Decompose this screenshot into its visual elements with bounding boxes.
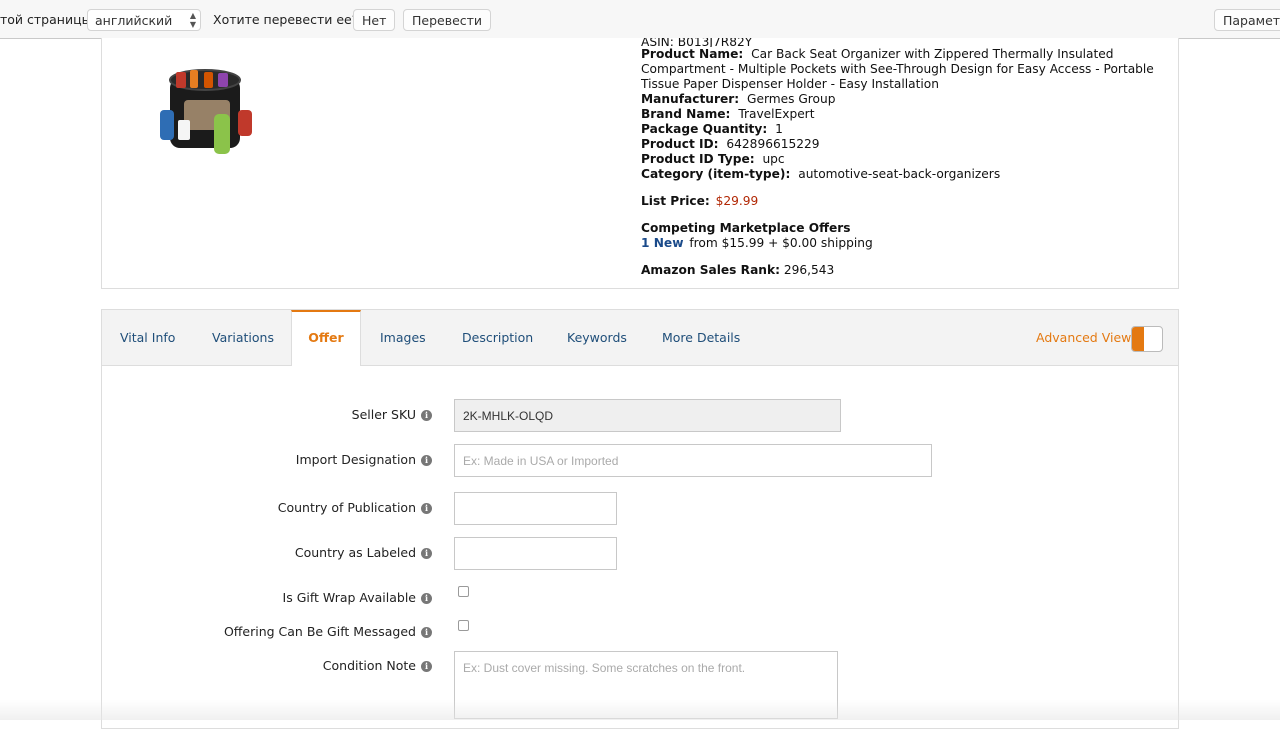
no-translate-button[interactable]: Нет [353, 9, 396, 31]
import-designation-input[interactable]: Ex: Made in USA or Imported [454, 444, 932, 477]
category-value: automotive-seat-back-organizers [798, 167, 1001, 181]
info-icon[interactable]: i [421, 410, 432, 421]
tab-description[interactable]: Description [462, 310, 533, 365]
list-price-key: List Price: [641, 194, 710, 208]
tab-variations[interactable]: Variations [212, 310, 274, 365]
package-quantity-value: 1 [775, 122, 783, 136]
tab-vital-info[interactable]: Vital Info [120, 310, 175, 365]
seller-sku-field: 2K-MHLK-OLQD [454, 399, 841, 432]
advanced-view-toggle[interactable] [1131, 326, 1163, 352]
info-icon[interactable]: i [421, 661, 432, 672]
info-icon[interactable]: i [421, 627, 432, 638]
language-select[interactable]: английский ▲ ▼ [87, 9, 201, 31]
tab-keywords[interactable]: Keywords [567, 310, 627, 365]
import-designation-placeholder: Ex: Made in USA or Imported [463, 454, 619, 468]
brand-key: Brand Name: [641, 107, 731, 121]
asin-row-cut: ASIN: B013J7R82Y [641, 38, 753, 47]
translate-bar: той страницы английский ▲ ▼ Хотите переве… [0, 0, 1280, 39]
product-name-row: Product Name: Car Back Seat Organizer wi… [641, 47, 1171, 92]
product-name-line-1: Car Back Seat Organizer with Zippered Th… [751, 47, 1114, 61]
seller-sku-label: Seller SKU i [102, 407, 432, 422]
translate-button[interactable]: Перевести [403, 9, 492, 31]
info-icon[interactable]: i [421, 593, 432, 604]
gift-wrap-label: Is Gift Wrap Available i [102, 590, 432, 605]
country-publication-label-text: Country of Publication [277, 500, 416, 515]
import-designation-label: Import Designation i [102, 452, 432, 467]
product-id-value: 642896615229 [726, 137, 820, 151]
country-publication-input[interactable] [454, 492, 617, 525]
product-id-type-key: Product ID Type: [641, 152, 755, 166]
toggle-knob [1132, 327, 1144, 351]
info-icon[interactable]: i [421, 455, 432, 466]
info-icon[interactable]: i [421, 548, 432, 559]
category-row: Category (item-type): automotive-seat-ba… [641, 167, 1171, 182]
gift-message-label: Offering Can Be Gift Messaged i [102, 624, 432, 639]
condition-note-label-text: Condition Note [322, 658, 416, 673]
product-id-type-row: Product ID Type: upc [641, 152, 1171, 167]
listing-edit-panel: Vital Info Variations Offer Images Descr… [101, 309, 1179, 729]
package-quantity-key: Package Quantity: [641, 122, 768, 136]
brand-value: TravelExpert [738, 107, 815, 121]
tab-bar: Vital Info Variations Offer Images Descr… [102, 310, 1178, 366]
product-id-key: Product ID: [641, 137, 719, 151]
list-price-row: List Price: $29.99 [641, 194, 1171, 209]
translate-prefix-text: той страницы [0, 12, 92, 27]
sales-rank-value: 296,543 [783, 263, 835, 277]
sales-rank-key: Amazon Sales Rank: [641, 263, 780, 277]
product-id-type-value: upc [762, 152, 785, 166]
updown-arrows-icon: ▲ ▼ [189, 11, 196, 29]
gift-wrap-checkbox[interactable] [458, 586, 469, 597]
bottom-shadow [0, 700, 1280, 720]
tab-images[interactable]: Images [380, 310, 426, 365]
seller-sku-label-text: Seller SKU [351, 407, 416, 422]
gift-message-label-text: Offering Can Be Gift Messaged [223, 624, 416, 639]
info-icon[interactable]: i [421, 503, 432, 514]
product-name-line-3: Tissue Paper Dispenser Holder - Easy Ins… [641, 77, 939, 91]
translate-question: Хотите перевести ее? [213, 12, 359, 27]
country-labeled-input[interactable] [454, 537, 617, 570]
manufacturer-row: Manufacturer: Germes Group [641, 92, 1171, 107]
tab-offer[interactable]: Offer [291, 310, 361, 366]
product-id-row: Product ID: 642896615229 [641, 137, 1171, 152]
advanced-view-label: Advanced View [1036, 330, 1132, 345]
product-name-line-2: Compartment - Multiple Pockets with See-… [641, 62, 1154, 76]
manufacturer-key: Manufacturer: [641, 92, 740, 106]
brand-row: Brand Name: TravelExpert [641, 107, 1171, 122]
product-details: ASIN: B013J7R82Y Product Name: Car Back … [641, 38, 1171, 278]
seller-sku-value: 2K-MHLK-OLQD [463, 409, 554, 423]
list-price-value: $29.99 [715, 194, 759, 208]
competing-offers-title: Competing Marketplace Offers [641, 221, 851, 235]
competing-offers-row: 1 New from $15.99 + $0.00 shipping [641, 236, 1171, 251]
product-name-key: Product Name: [641, 47, 744, 61]
condition-note-placeholder: Ex: Dust cover missing. Some scratches o… [463, 661, 746, 675]
tab-more-details[interactable]: More Details [662, 310, 740, 365]
language-select-value: английский [95, 13, 173, 28]
gift-wrap-label-text: Is Gift Wrap Available [282, 590, 416, 605]
condition-note-label: Condition Note i [102, 658, 432, 673]
country-labeled-label: Country as Labeled i [102, 545, 432, 560]
product-image [160, 69, 252, 154]
country-publication-label: Country of Publication i [102, 500, 432, 515]
product-summary-panel: ASIN: B013J7R82Y Product Name: Car Back … [101, 38, 1179, 289]
translate-options-button[interactable]: Параметры [1214, 9, 1280, 31]
import-designation-label-text: Import Designation [295, 452, 416, 467]
gift-message-checkbox[interactable] [458, 620, 469, 631]
offer-price-text: from $15.99 + $0.00 shipping [689, 236, 873, 250]
manufacturer-value: Germes Group [747, 92, 836, 106]
package-quantity-row: Package Quantity: 1 [641, 122, 1171, 137]
category-key: Category (item-type): [641, 167, 791, 181]
new-offers-link[interactable]: 1 New [641, 236, 683, 250]
country-labeled-label-text: Country as Labeled [294, 545, 416, 560]
sales-rank-row: Amazon Sales Rank: 296,543 [641, 263, 1171, 278]
